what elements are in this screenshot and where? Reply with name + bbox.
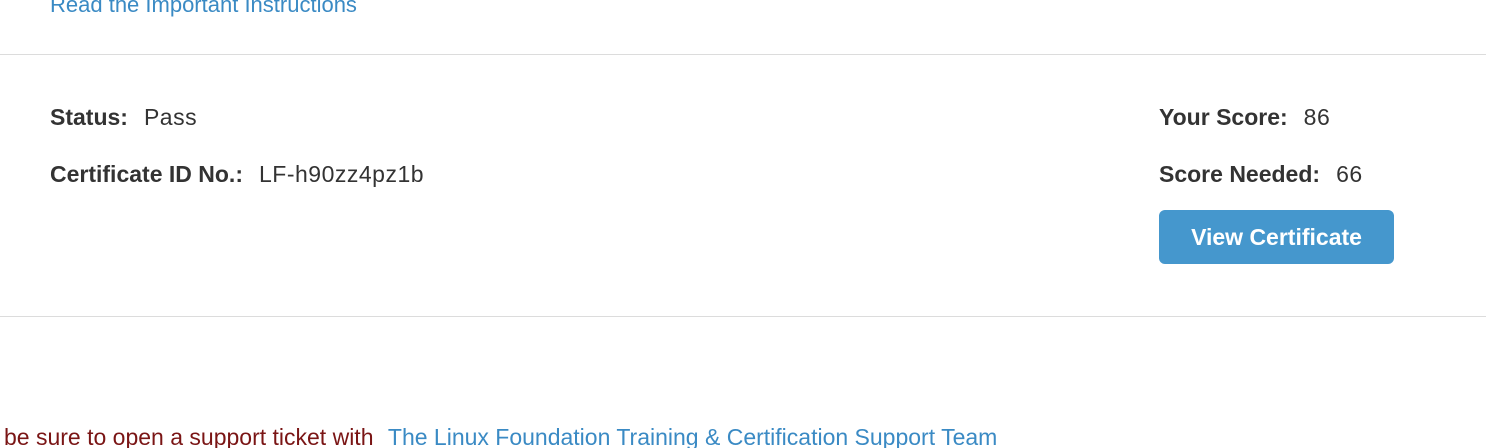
top-divider [0,54,1486,55]
status-value: Pass [143,104,198,130]
support-team-link[interactable]: The Linux Foundation Training & Certific… [388,424,997,448]
your-score-value: 86 [1303,104,1331,130]
support-notice-text: be sure to open a support ticket with [4,424,374,448]
status-row: Status: Pass [50,104,197,131]
view-certificate-button[interactable]: View Certificate [1159,210,1394,264]
exam-results-page: Read the Important Instructions Status: … [0,0,1486,448]
your-score-label: Your Score: [1159,104,1288,130]
score-needed-label: Score Needed: [1159,161,1321,187]
score-needed-value: 66 [1336,161,1363,187]
bottom-divider [0,316,1486,317]
certificate-id-value: LF-h90zz4pz1b [258,161,425,187]
score-needed-row: Score Needed: 66 [1159,161,1363,188]
status-label: Status: [50,104,128,130]
important-instructions-link[interactable]: Read the Important Instructions [50,0,357,18]
support-notice: be sure to open a support ticket with Th… [4,424,997,448]
certificate-id-label: Certificate ID No.: [50,161,243,187]
your-score-row: Your Score: 86 [1159,104,1330,131]
certificate-id-row: Certificate ID No.: LF-h90zz4pz1b [50,161,424,188]
